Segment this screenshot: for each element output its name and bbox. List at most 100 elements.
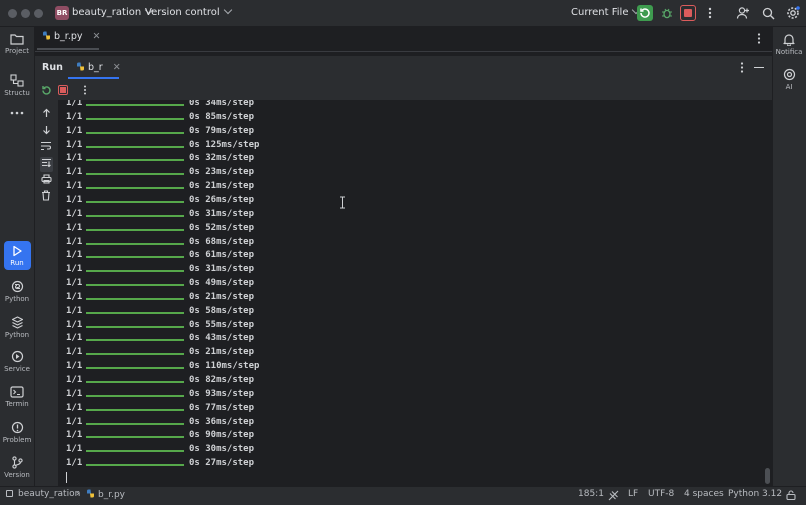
run-button[interactable]	[637, 5, 653, 21]
indent-setting[interactable]: 4 spaces	[684, 489, 724, 499]
step-timing: 0s 32ms/step	[189, 153, 255, 164]
step-timing: 0s 82ms/step	[189, 375, 255, 385]
lock-icon[interactable]	[786, 490, 796, 500]
console-output[interactable]: 1/1 0s 34ms/step 1/1 0s 85ms/step 1/1 0s 79ms…	[58, 100, 772, 486]
folder-icon	[10, 34, 24, 45]
window-minimize-button[interactable]	[21, 9, 30, 18]
clear-console-button[interactable]	[41, 190, 51, 204]
progress-bar	[86, 394, 184, 397]
step-timing: 0s 58ms/step	[189, 305, 255, 316]
progress-bar	[86, 436, 184, 439]
step-counter: 1/1	[66, 361, 83, 372]
run-config-selector[interactable]: Current File	[571, 5, 641, 18]
step-timing: 0s 34ms/step	[189, 100, 255, 108]
tool-python-packages[interactable]: Python	[0, 316, 34, 339]
line-ending[interactable]: LF	[628, 489, 638, 499]
tool-project[interactable]: Project	[0, 33, 34, 55]
stop-icon	[60, 87, 66, 93]
inspections-off-icon[interactable]	[608, 490, 619, 501]
console-scrollbar-thumb[interactable]	[765, 468, 770, 484]
ai-assistant-icon	[783, 68, 795, 81]
stop-run-button[interactable]	[58, 85, 68, 95]
progress-bar	[86, 422, 184, 425]
more-vertical-icon	[84, 85, 86, 95]
tool-ai-assistant[interactable]: AI	[772, 68, 806, 91]
tool-terminal[interactable]: Termin	[0, 386, 34, 408]
breadcrumb-file[interactable]: b_r.py	[86, 489, 125, 500]
tool-label: Notifica	[775, 48, 803, 56]
tool-python-console[interactable]: Python	[0, 280, 34, 303]
run-tab-indicator	[68, 77, 119, 79]
progress-bar	[86, 270, 184, 273]
step-counter: 1/1	[66, 125, 83, 136]
editor-tab-b-r-py[interactable]: b_r.py ✕	[42, 31, 101, 42]
scroll-down-button[interactable]	[42, 125, 51, 138]
more-tools-button[interactable]	[0, 111, 34, 117]
editor-tab-strip	[35, 27, 772, 52]
tool-services[interactable]: Service	[0, 350, 34, 373]
tool-label: Project	[5, 47, 29, 55]
progress-bar	[86, 117, 184, 120]
run-panel-options-button[interactable]	[740, 62, 744, 76]
step-timing: 0s 31ms/step	[189, 208, 255, 219]
step-timing: 0s 93ms/step	[189, 388, 255, 399]
tool-run[interactable]: Run	[0, 245, 34, 267]
tool-problems[interactable]: Problem	[0, 421, 34, 444]
services-icon	[11, 350, 23, 363]
printer-icon	[41, 174, 52, 184]
run-toolbar-more-button[interactable]	[83, 85, 87, 98]
progress-bar	[86, 173, 184, 176]
project-root-icon	[6, 490, 13, 497]
project-selector[interactable]: beauty_ration	[72, 5, 154, 18]
tool-structure[interactable]: Structu	[0, 74, 34, 97]
step-timing: 0s 21ms/step	[189, 291, 255, 302]
step-timing: 0s 77ms/step	[189, 402, 255, 413]
progress-bar	[86, 131, 184, 134]
minimize-icon[interactable]	[754, 67, 764, 69]
scroll-up-button[interactable]	[42, 108, 51, 121]
run-tab-b-r[interactable]: b_r ✕	[76, 62, 121, 73]
step-counter: 1/1	[66, 430, 83, 441]
window-close-button[interactable]	[8, 9, 17, 18]
python-console-icon	[11, 280, 23, 293]
close-icon[interactable]: ✕	[93, 31, 101, 42]
soft-wrap-button[interactable]	[40, 141, 52, 154]
tool-label: Run	[10, 259, 24, 267]
step-timing: 0s 26ms/step	[189, 194, 255, 205]
step-counter: 1/1	[66, 236, 83, 247]
right-tool-window-bar	[772, 27, 806, 486]
more-vertical-icon	[740, 62, 744, 73]
progress-bar	[86, 284, 184, 287]
add-user-button[interactable]	[735, 5, 751, 21]
tool-notifications[interactable]: Notifica	[772, 33, 806, 56]
step-timing: 0s 49ms/step	[189, 278, 255, 289]
settings-button[interactable]	[785, 5, 801, 21]
step-timing: 0s 90ms/step	[189, 430, 255, 441]
arrow-down-icon	[43, 126, 50, 135]
scroll-to-end-button[interactable]	[40, 157, 53, 172]
caret-position[interactable]: 185:1	[578, 489, 604, 499]
breadcrumb-project[interactable]: beauty_ration	[18, 489, 80, 499]
python-interpreter[interactable]: Python 3.12	[728, 489, 782, 499]
print-button[interactable]	[41, 174, 52, 187]
step-counter: 1/1	[66, 319, 83, 330]
file-encoding[interactable]: UTF-8	[648, 489, 674, 499]
stop-button[interactable]	[680, 5, 696, 21]
step-timing: 0s 30ms/step	[189, 444, 255, 455]
tool-label: Structu	[4, 89, 30, 97]
progress-bar	[86, 464, 184, 467]
close-icon[interactable]: ✕	[113, 62, 121, 73]
window-zoom-button[interactable]	[34, 9, 43, 18]
more-actions-button[interactable]	[702, 5, 718, 21]
problems-icon	[11, 421, 23, 434]
more-vertical-icon	[757, 33, 761, 44]
debug-button[interactable]	[659, 5, 675, 21]
step-timing: 0s 21ms/step	[189, 181, 255, 192]
search-button[interactable]	[760, 5, 776, 21]
vcs-selector[interactable]: Version control	[145, 5, 232, 18]
step-timing: 0s 36ms/step	[189, 416, 255, 427]
arrow-up-icon	[43, 108, 50, 117]
rerun-button[interactable]	[41, 85, 52, 99]
editor-tab-options-button[interactable]	[757, 33, 761, 47]
tool-version-control[interactable]: Version	[0, 456, 34, 479]
